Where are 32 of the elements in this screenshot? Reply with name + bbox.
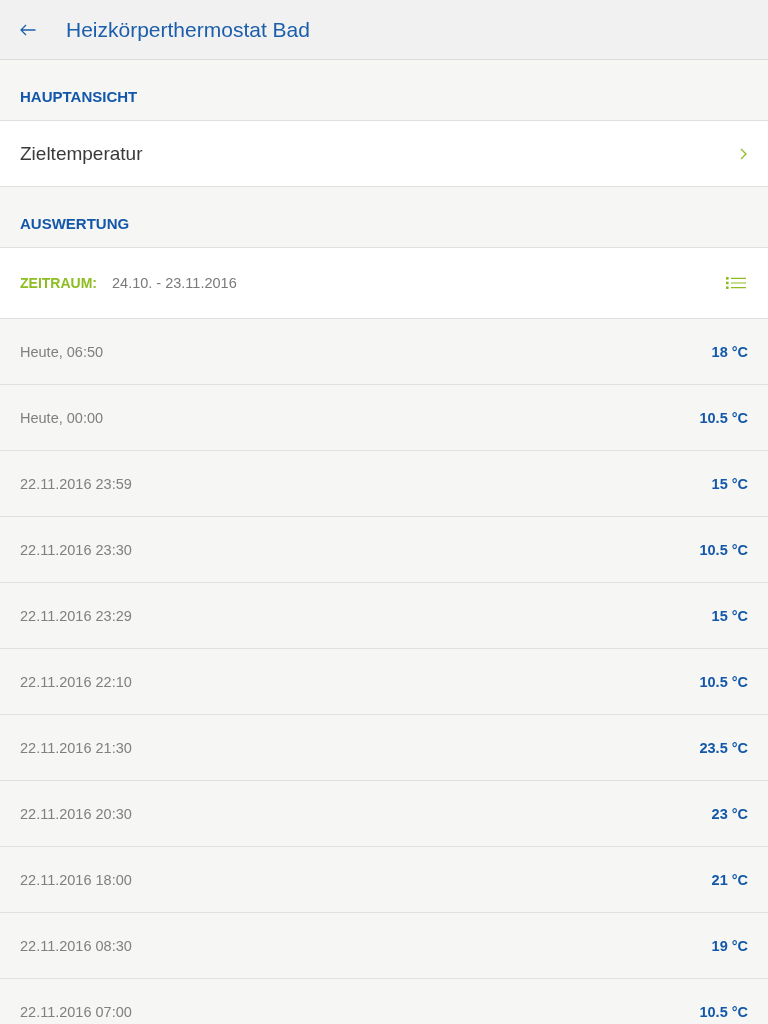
reading-time: 22.11.2016 22:10	[20, 673, 132, 690]
list-view-button[interactable]	[724, 274, 748, 292]
reading-temperature: 10.5 °C	[699, 1003, 748, 1020]
period-value: 24.10. - 23.11.2016	[112, 275, 237, 291]
reading-temperature: 15 °C	[711, 475, 748, 492]
reading-temperature: 23.5 °C	[699, 739, 748, 756]
section-heading: AUSWERTUNG	[20, 215, 130, 232]
reading-time: 22.11.2016 23:29	[20, 607, 132, 624]
reading-temperature: 18 °C	[711, 343, 748, 360]
period-label: ZEITRAUM:	[20, 275, 97, 291]
chevron-right-icon	[740, 147, 747, 160]
reading-temperature: 21 °C	[711, 871, 748, 888]
reading-time: 22.11.2016 20:30	[20, 805, 132, 822]
reading-time: 22.11.2016 08:30	[20, 937, 132, 954]
arrow-left-icon	[20, 23, 36, 36]
reading-time: 22.11.2016 21:30	[20, 739, 132, 756]
reading-temperature: 10.5 °C	[699, 541, 748, 558]
reading-temperature: 15 °C	[711, 607, 748, 624]
reading-time: 22.11.2016 23:59	[20, 475, 132, 492]
reading-time: Heute, 00:00	[20, 409, 104, 426]
page-title: Heizkörperthermostat Bad	[66, 17, 310, 42]
list-icon	[726, 276, 746, 290]
reading-time: 22.11.2016 23:30	[20, 541, 132, 558]
reading-temperature: 23 °C	[711, 805, 748, 822]
reading-time: 22.11.2016 07:00	[20, 1003, 132, 1020]
list-item[interactable]: Zieltemperatur	[0, 121, 768, 187]
reading-temperature: 19 °C	[711, 937, 748, 954]
reading-time: Heute, 06:50	[20, 343, 104, 360]
reading-temperature: 10.5 °C	[699, 673, 748, 690]
reading-time: 22.11.2016 18:00	[20, 871, 132, 888]
section-heading: HAUPTANSICHT	[20, 88, 138, 105]
reading-temperature: 10.5 °C	[699, 409, 748, 426]
